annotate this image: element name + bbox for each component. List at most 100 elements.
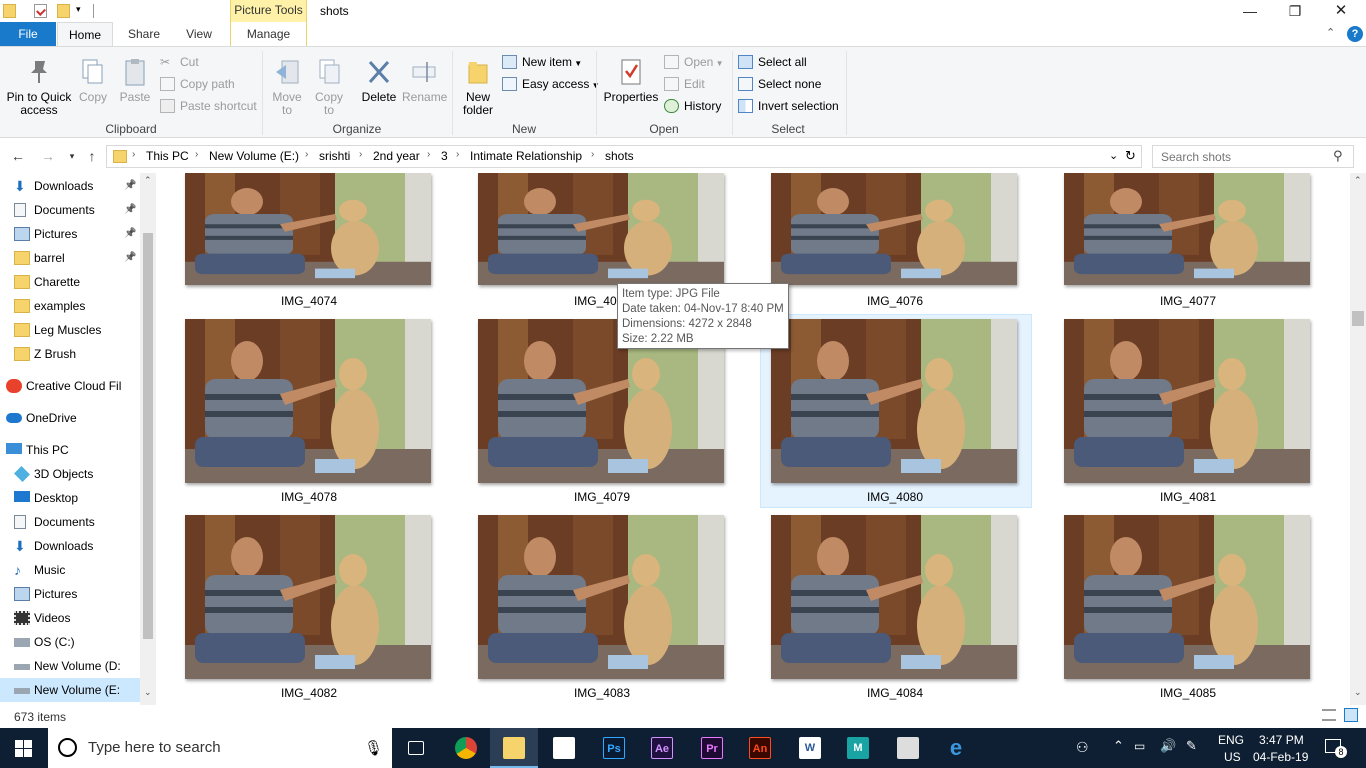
language-bottom[interactable]: US [1224, 750, 1241, 764]
clock-time[interactable]: 3:47 PM [1259, 733, 1304, 747]
volume-icon[interactable]: 🔊 [1160, 738, 1176, 754]
taskbar-app-zbrush[interactable] [884, 728, 932, 768]
close-button[interactable]: ✕ [1318, 0, 1364, 22]
nav-item-z-brush[interactable]: Z Brush [0, 342, 140, 366]
breadcrumb-chevron-icon[interactable]: › [427, 149, 430, 160]
nav-item-new-volume-d[interactable]: New Volume (D: [0, 654, 140, 678]
breadcrumb-this-pc[interactable]: This PC [146, 149, 189, 163]
move-to-button[interactable]: Move to [268, 51, 306, 117]
tab-manage[interactable]: Manage [230, 22, 307, 46]
nav-item-creative-cloud-fil[interactable]: Creative Cloud Fil [0, 374, 140, 398]
scroll-down-icon[interactable]: ⌄ [1354, 687, 1362, 698]
copy-to-button[interactable]: Copy to [310, 51, 348, 117]
details-view-icon[interactable] [1322, 709, 1336, 721]
photo-thumbnail[interactable] [771, 515, 1017, 679]
nav-item-this-pc[interactable]: This PC [0, 438, 140, 462]
photo-thumbnail[interactable] [478, 515, 724, 679]
taskbar-app-edge[interactable]: e [932, 728, 980, 768]
breadcrumb-intimate-relationship[interactable]: Intimate Relationship [470, 149, 582, 163]
nav-item-music[interactable]: ♪ Music [0, 558, 140, 582]
breadcrumb-2nd-year[interactable]: 2nd year [373, 149, 420, 163]
breadcrumb-3[interactable]: 3 [441, 149, 448, 163]
cut-button[interactable]: ✂ Cut [160, 52, 199, 72]
tab-view[interactable]: View [176, 22, 222, 46]
address-dropdown-icon[interactable]: ⌄ [1109, 149, 1118, 162]
search-icon[interactable]: ⚲ [1333, 148, 1343, 164]
nav-item-documents[interactable]: Documents [0, 510, 140, 534]
taskbar-app-task-view[interactable] [392, 728, 440, 768]
quick-access-dropdown-icon[interactable]: ▾ [76, 4, 81, 15]
content-scroll-thumb[interactable] [1352, 311, 1364, 326]
nav-item-os-c[interactable]: OS (C:) [0, 630, 140, 654]
scroll-up-icon[interactable]: ⌃ [144, 175, 152, 186]
content-scrollbar[interactable]: ⌃ ⌄ [1350, 173, 1366, 705]
easy-access-button[interactable]: Easy access ▼ [502, 74, 600, 94]
tab-home[interactable]: Home [57, 22, 113, 46]
breadcrumb-chevron-icon[interactable]: › [456, 149, 459, 160]
breadcrumb-chevron-icon[interactable]: › [305, 149, 308, 160]
up-arrow-icon[interactable]: ↑ [82, 146, 102, 166]
breadcrumb-shots[interactable]: shots [605, 149, 634, 163]
people-icon[interactable]: ⚇ [1076, 739, 1089, 756]
taskbar-app-maya[interactable]: M [834, 728, 882, 768]
nav-scroll-thumb[interactable] [143, 233, 153, 639]
tab-share[interactable]: Share [121, 22, 167, 46]
nav-item-videos[interactable]: Videos [0, 606, 140, 630]
start-button[interactable] [0, 728, 48, 768]
nav-item-pictures[interactable]: Pictures 📌 [0, 222, 140, 246]
breadcrumb-chevron-icon[interactable]: › [591, 149, 594, 160]
pin-icon[interactable]: 📌 [124, 222, 136, 246]
paste-shortcut-button[interactable]: Paste shortcut [160, 96, 257, 116]
address-bar[interactable]: › This PC › New Volume (E:) › srishti › … [106, 145, 1142, 168]
nav-item-charette[interactable]: Charette [0, 270, 140, 294]
language-top[interactable]: ENG [1218, 733, 1244, 747]
taskbar-search-box[interactable]: Type here to search 🎙 [48, 728, 392, 768]
copy-button[interactable]: Copy [76, 51, 110, 104]
recent-locations-chevron-icon[interactable]: ▾ [62, 146, 82, 166]
minimize-button[interactable]: — [1227, 0, 1273, 22]
pin-icon[interactable]: 📌 [124, 198, 136, 222]
taskbar-app-store[interactable] [540, 728, 588, 768]
tab-file[interactable]: File [0, 22, 56, 46]
photo-thumbnail[interactable] [185, 515, 431, 679]
pen-icon[interactable]: ✎ [1186, 738, 1197, 754]
taskbar-app-after-effects[interactable]: Ae [638, 728, 686, 768]
nav-item-documents[interactable]: Documents 📌 [0, 198, 140, 222]
scroll-down-icon[interactable]: ⌄ [144, 687, 152, 698]
taskbar-app-file-explorer[interactable] [490, 728, 538, 768]
restore-button[interactable]: ❐ [1272, 0, 1318, 22]
microphone-icon[interactable]: 🎙 [364, 739, 383, 757]
search-input[interactable] [1153, 146, 1323, 167]
pin-icon[interactable]: 📌 [124, 246, 136, 270]
history-button[interactable]: History [664, 96, 721, 116]
taskbar-app-word[interactable]: W [786, 728, 834, 768]
nav-item-3d-objects[interactable]: 3D Objects [0, 462, 140, 486]
file-name[interactable]: IMG_4078 [162, 490, 456, 504]
breadcrumb-chevron-icon[interactable]: › [132, 149, 135, 160]
file-name[interactable]: IMG_4081 [1041, 490, 1335, 504]
search-box[interactable]: ⚲ [1152, 145, 1354, 168]
forward-arrow-icon[interactable]: → [38, 146, 58, 166]
new-folder-button[interactable]: New folder [458, 51, 498, 117]
breadcrumb-new-volume-e[interactable]: New Volume (E:) [209, 149, 299, 163]
file-name[interactable]: IMG_4084 [748, 686, 1042, 700]
taskbar-app-chrome[interactable] [442, 728, 490, 768]
back-arrow-icon[interactable]: ← [8, 146, 28, 166]
nav-item-leg-muscles[interactable]: Leg Muscles [0, 318, 140, 342]
file-name[interactable]: IMG_4083 [455, 686, 749, 700]
breadcrumb-chevron-icon[interactable]: › [359, 149, 362, 160]
select-all-button[interactable]: Select all [738, 52, 807, 72]
file-name[interactable]: IMG_4080 [748, 490, 1042, 504]
new-folder-quick-icon[interactable] [57, 4, 70, 18]
delete-button[interactable]: Delete [358, 51, 400, 104]
taskbar-app-photoshop[interactable]: Ps [590, 728, 638, 768]
file-name[interactable]: IMG_4079 [455, 490, 749, 504]
file-name[interactable]: IMG_4082 [162, 686, 456, 700]
large-icons-view-icon[interactable] [1344, 708, 1358, 722]
new-item-button[interactable]: New item ▼ [502, 52, 582, 72]
collapse-ribbon-icon[interactable]: ⌃ [1326, 26, 1335, 39]
breadcrumb-srishti[interactable]: srishti [319, 149, 350, 163]
paste-button[interactable]: Paste [116, 51, 154, 104]
photo-thumbnail[interactable] [1064, 515, 1310, 679]
nav-item-new-volume-e[interactable]: New Volume (E: [0, 678, 140, 702]
